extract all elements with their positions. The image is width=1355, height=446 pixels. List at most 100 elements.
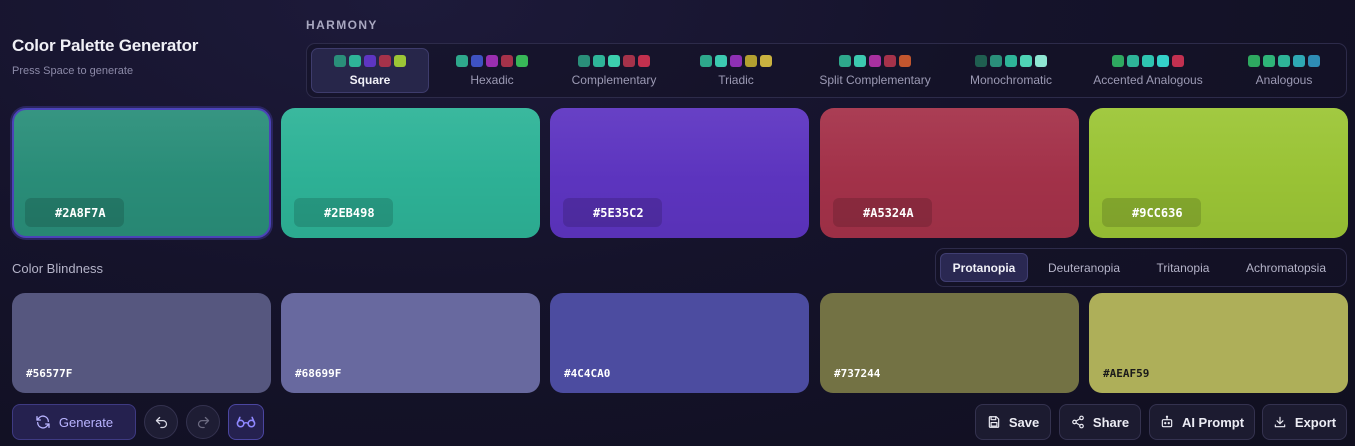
undo-icon	[154, 415, 169, 430]
export-label: Export	[1294, 414, 1337, 430]
app-title: Color Palette Generator	[12, 36, 199, 55]
harmony-swatch	[745, 54, 757, 67]
harmony-option-label: Triadic	[718, 72, 754, 87]
harmony-swatch	[1172, 54, 1184, 67]
harmony-swatch	[394, 54, 406, 67]
harmony-swatch	[1035, 54, 1047, 67]
redo-icon	[196, 415, 211, 430]
download-icon	[1273, 415, 1287, 429]
harmony-option-complementary[interactable]: Complementary	[555, 48, 673, 93]
harmony-option-monochromatic[interactable]: Monochromatic	[951, 48, 1071, 93]
harmony-swatch	[760, 54, 772, 67]
harmony-swatches	[975, 54, 1047, 67]
save-icon	[987, 415, 1001, 429]
harmony-option-split-complementary[interactable]: Split Complementary	[803, 48, 947, 93]
harmony-option-accented-analogous[interactable]: Accented Analogous	[1075, 48, 1221, 93]
harmony-swatch	[869, 54, 881, 67]
harmony-swatches	[456, 54, 528, 67]
palette-color-card[interactable]: #9CC636	[1089, 108, 1348, 238]
palette-color-card[interactable]: #A5324A	[820, 108, 1079, 238]
redo-button[interactable]	[186, 405, 220, 439]
hex-code-label[interactable]: #9CC636	[1102, 198, 1201, 227]
app-header: Color Palette Generator Press Space to g…	[12, 36, 198, 77]
app-subtitle: Press Space to generate	[12, 65, 134, 77]
harmony-swatch	[608, 54, 620, 67]
save-button[interactable]: Save	[975, 404, 1051, 440]
harmony-swatch	[854, 54, 866, 67]
harmony-swatches	[839, 54, 911, 67]
simulated-hex-label: #4C4CA0	[564, 367, 611, 380]
harmony-selector: Square Hexadic Complementary Triadic Spl…	[306, 43, 1347, 98]
generate-button[interactable]: Generate	[12, 404, 136, 440]
harmony-swatch	[839, 54, 851, 67]
palette-color-card[interactable]: #2EB498	[281, 108, 540, 238]
hex-code-label[interactable]: #5E35C2	[563, 198, 662, 227]
harmony-option-triadic[interactable]: Triadic	[677, 48, 795, 93]
harmony-swatch	[516, 54, 528, 67]
harmony-swatch	[884, 54, 896, 67]
undo-button[interactable]	[144, 405, 178, 439]
color-blindness-mode-selector: Protanopia Deuteranopia Tritanopia Achro…	[935, 248, 1347, 287]
palette-color-card[interactable]: #2A8F7A	[12, 108, 271, 238]
harmony-swatch	[1112, 54, 1124, 67]
generate-label: Generate	[58, 414, 114, 430]
color-blindness-toggle-button[interactable]	[228, 404, 264, 440]
palette-color-card[interactable]: #5E35C2	[550, 108, 809, 238]
harmony-swatch	[334, 54, 346, 67]
simulated-color-card: #4C4CA0	[550, 293, 809, 393]
harmony-swatch	[379, 54, 391, 67]
harmony-swatch	[700, 54, 712, 67]
harmony-option-label: Monochromatic	[969, 72, 1053, 87]
harmony-option-hexadic[interactable]: Hexadic	[433, 48, 551, 93]
harmony-option-label: Accented Analogous	[1093, 72, 1203, 87]
glasses-icon	[236, 415, 256, 429]
harmony-swatch	[899, 54, 911, 67]
harmony-option-label: Hexadic	[470, 72, 514, 87]
harmony-swatch	[1142, 54, 1154, 67]
harmony-swatch	[1308, 54, 1320, 67]
harmony-swatch	[349, 54, 361, 67]
hex-code-label[interactable]: #A5324A	[833, 198, 932, 227]
cb-mode-protanopia[interactable]: Protanopia	[940, 253, 1028, 282]
harmony-swatch	[471, 54, 483, 67]
hex-code-label[interactable]: #2EB498	[294, 198, 393, 227]
harmony-swatch	[578, 54, 590, 67]
harmony-swatch	[486, 54, 498, 67]
harmony-swatch	[1248, 54, 1260, 67]
simulated-hex-label: #AEAF59	[1103, 367, 1150, 380]
ai-prompt-button[interactable]: AI Prompt	[1149, 404, 1255, 440]
export-button[interactable]: Export	[1262, 404, 1347, 440]
harmony-swatch	[593, 54, 605, 67]
harmony-option-square[interactable]: Square	[311, 48, 429, 93]
harmony-swatch	[1293, 54, 1305, 67]
harmony-swatch	[990, 54, 1002, 67]
harmony-option-label: Split Complementary	[819, 72, 931, 87]
simulated-hex-label: #56577F	[26, 367, 73, 380]
share-button[interactable]: Share	[1059, 404, 1141, 440]
refresh-icon	[35, 414, 51, 430]
robot-icon	[1160, 415, 1174, 429]
harmony-swatch	[623, 54, 635, 67]
harmony-swatch	[1263, 54, 1275, 67]
harmony-swatch	[1127, 54, 1139, 67]
simulated-color-card: #56577F	[12, 293, 271, 393]
harmony-swatch	[456, 54, 468, 67]
harmony-option-label: Complementary	[571, 72, 657, 87]
harmony-swatches	[700, 54, 772, 67]
cb-mode-achromatopsia[interactable]: Achromatopsia	[1232, 253, 1340, 282]
harmony-swatch	[715, 54, 727, 67]
simulated-hex-label: #68699F	[295, 367, 342, 380]
cb-mode-tritanopia[interactable]: Tritanopia	[1140, 253, 1226, 282]
harmony-swatches	[1248, 54, 1320, 67]
ai-prompt-label: AI Prompt	[1181, 414, 1245, 430]
hex-code-label[interactable]: #2A8F7A	[25, 198, 124, 227]
harmony-option-analogous[interactable]: Analogous	[1225, 48, 1343, 93]
harmony-swatch	[364, 54, 376, 67]
harmony-swatch	[1157, 54, 1169, 67]
simulated-color-card: #737244	[820, 293, 1079, 393]
harmony-swatches	[578, 54, 650, 67]
harmony-swatches	[1112, 54, 1184, 67]
simulated-color-card: #AEAF59	[1089, 293, 1348, 393]
cb-mode-deuteranopia[interactable]: Deuteranopia	[1034, 253, 1134, 282]
harmony-swatch	[730, 54, 742, 67]
